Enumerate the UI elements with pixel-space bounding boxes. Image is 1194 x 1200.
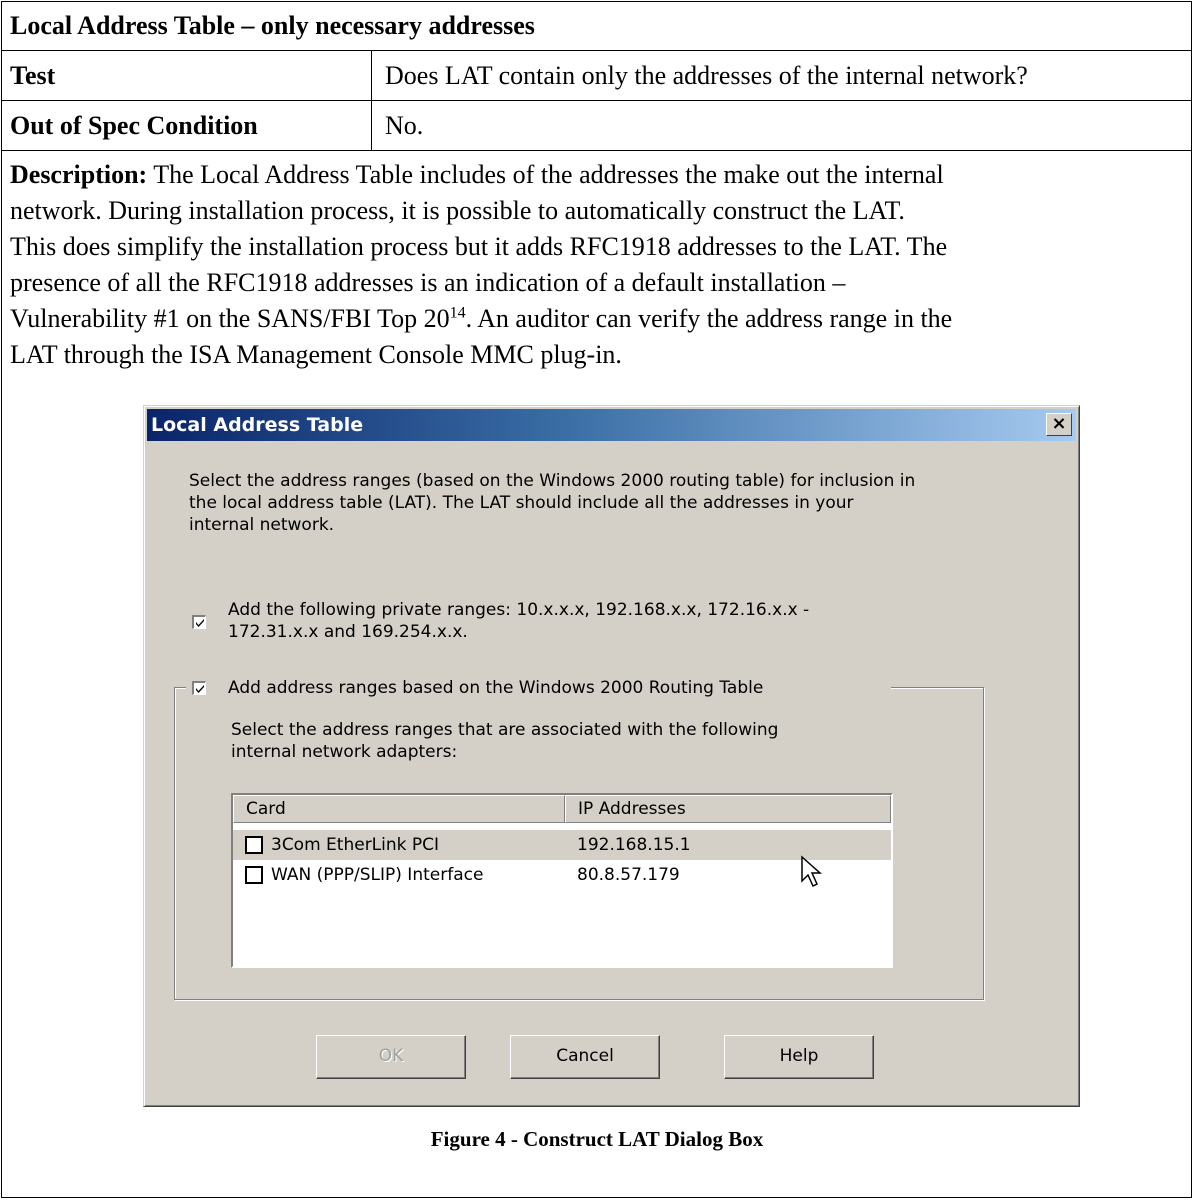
table-header-row: Local Address Table – only necessary add…	[2, 2, 1191, 51]
description-line-1: The Local Address Table includes of the …	[147, 160, 944, 189]
card-name: 3Com EtherLink PCI	[271, 835, 440, 855]
table-heading: Local Address Table – only necessary add…	[10, 11, 535, 40]
description-line-3: This does simplify the installation proc…	[10, 232, 948, 261]
column-card[interactable]: Card	[233, 795, 565, 823]
description-line-4: presence of all the RFC1918 addresses is…	[10, 268, 846, 297]
private-ranges-label-2: 172.31.x.x and 169.254.x.x.	[228, 622, 468, 642]
dialog-intro-3: internal network.	[189, 515, 335, 535]
test-value: Does LAT contain only the addresses of t…	[385, 61, 1028, 90]
footnote-marker: 14	[449, 304, 466, 322]
test-label: Test	[10, 61, 56, 90]
column-ip-addresses[interactable]: IP Addresses	[565, 795, 891, 823]
description-line-6: LAT through the ISA Management Console M…	[10, 340, 622, 369]
row-checkbox[interactable]	[245, 836, 263, 854]
ip-address: 192.168.15.1	[577, 835, 691, 855]
test-row: Test Does LAT contain only the addresses…	[2, 51, 1191, 101]
description-line-2: network. During installation process, it…	[10, 196, 905, 225]
card-name: WAN (PPP/SLIP) Interface	[271, 865, 484, 885]
adapters-listview[interactable]: Card IP Addresses 3Com EtherLink PCI 192…	[231, 793, 893, 968]
description-text: Description: The Local Address Table inc…	[10, 157, 1190, 373]
dialog-titlebar[interactable]: Local Address Table ×	[147, 409, 1076, 441]
close-icon[interactable]: ×	[1046, 413, 1072, 436]
oos-label: Out of Spec Condition	[10, 111, 258, 140]
description-line-5b: . An auditor can verify the address rang…	[465, 304, 953, 333]
oos-value-cell: No.	[372, 101, 1191, 150]
dialog-title: Local Address Table	[151, 414, 364, 436]
list-item[interactable]: 3Com EtherLink PCI 192.168.15.1	[233, 830, 891, 860]
adapters-label-2: internal network adapters:	[231, 742, 458, 762]
description-line-5a: Vulnerability #1 on the SANS/FBI Top 20	[10, 304, 450, 333]
checkmark-icon	[196, 685, 204, 693]
test-label-cell: Test	[2, 51, 372, 100]
row-checkbox[interactable]	[245, 866, 263, 884]
listview-header: Card IP Addresses	[233, 795, 891, 823]
private-ranges-checkbox[interactable]	[192, 615, 206, 629]
list-item[interactable]: WAN (PPP/SLIP) Interface 80.8.57.179	[233, 860, 891, 890]
adapters-label-1: Select the address ranges that are assoc…	[231, 720, 779, 740]
oos-value: No.	[385, 111, 424, 140]
test-value-cell: Does LAT contain only the addresses of t…	[372, 51, 1191, 100]
dialog-intro-1: Select the address ranges (based on the …	[189, 471, 916, 491]
help-button[interactable]: Help	[724, 1035, 874, 1079]
routing-table-checkbox[interactable]	[192, 681, 206, 695]
checkmark-icon	[196, 619, 204, 627]
oos-label-cell: Out of Spec Condition	[2, 101, 372, 150]
out-of-spec-row: Out of Spec Condition No.	[2, 101, 1191, 151]
description-label: Description:	[10, 160, 148, 189]
private-ranges-label-1: Add the following private ranges: 10.x.x…	[228, 600, 810, 620]
ok-button[interactable]: OK	[316, 1035, 466, 1079]
cancel-button[interactable]: Cancel	[510, 1035, 660, 1079]
dialog-intro-2: the local address table (LAT). The LAT s…	[189, 493, 854, 513]
routing-table-label: Add address ranges based on the Windows …	[228, 678, 764, 698]
mouse-cursor-icon	[801, 855, 822, 888]
ip-address: 80.8.57.179	[577, 865, 680, 885]
figure-caption: Figure 4 - Construct LAT Dialog Box	[430, 1127, 764, 1151]
